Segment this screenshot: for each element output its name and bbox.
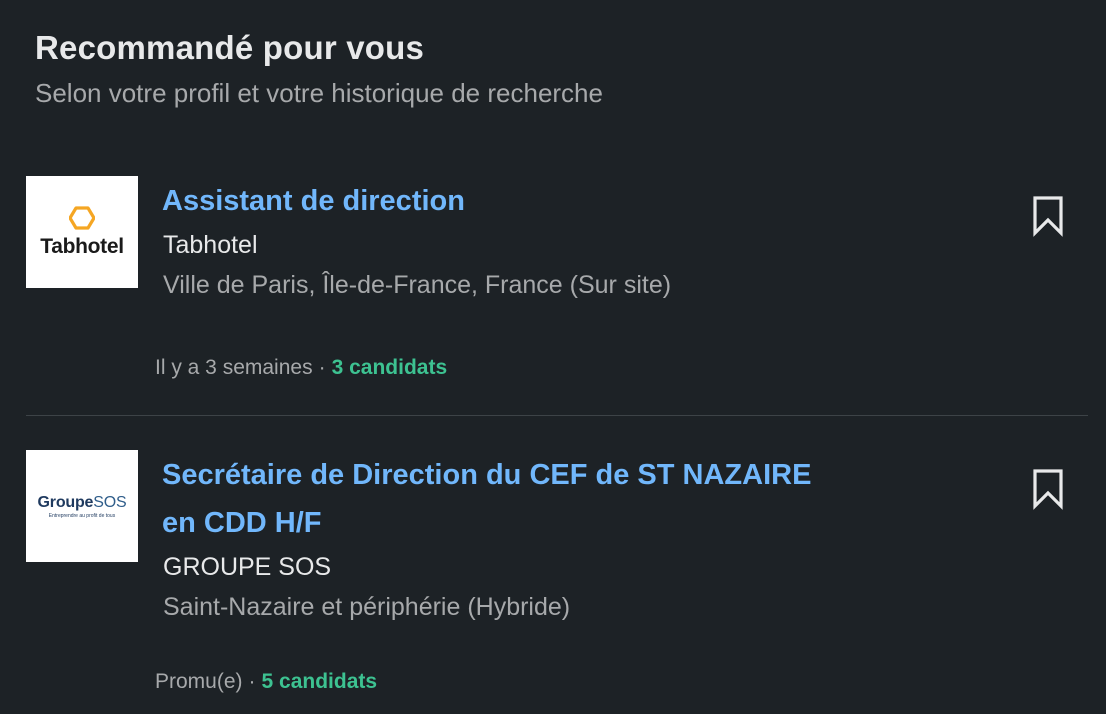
bookmark-icon[interactable] — [1031, 468, 1065, 510]
applicant-count: 5 candidats — [261, 670, 378, 693]
company-logo-tabhotel[interactable]: Tabhotel — [26, 176, 138, 288]
job-meta: Promu(e) · 5 candidats — [155, 670, 377, 694]
job-title-line: Secrétaire de Direction du CEF de ST NAZ… — [162, 459, 812, 491]
bookmark-icon[interactable] — [1031, 195, 1065, 237]
divider — [26, 415, 1088, 416]
job-meta: Il y a 3 semaines · 3 candidats — [155, 356, 447, 380]
applicant-count: 3 candidats — [331, 356, 448, 379]
job-location: Ville de Paris, Île-de-France, France (S… — [163, 271, 672, 299]
job-title-link[interactable]: Secrétaire de Direction du CEF de ST NAZ… — [162, 451, 922, 547]
job-title-line: en CDD H/F — [162, 507, 322, 539]
section-title: Recommandé pour vous — [35, 29, 425, 66]
separator-dot: · — [318, 356, 326, 379]
logo-text: Tabhotel — [40, 235, 124, 258]
company-name: Tabhotel — [163, 231, 258, 259]
job-location: Saint-Nazaire et périphérie (Hybride) — [163, 593, 571, 621]
posted-status: Promu(e) — [155, 670, 243, 693]
recommended-jobs-panel: Recommandé pour vous Selon votre profil … — [0, 0, 1106, 714]
posted-time: Il y a 3 semaines — [155, 356, 313, 379]
logo-tagline: Entreprendre au profit de tous — [48, 512, 116, 519]
separator-dot: · — [248, 670, 256, 693]
company-logo-groupe-sos[interactable]: GroupeSOS Entreprendre au profit de tous — [26, 450, 138, 562]
company-name: GROUPE SOS — [163, 553, 332, 581]
logo-text: GroupeSOS — [37, 493, 127, 511]
job-title-link[interactable]: Assistant de direction — [162, 177, 922, 225]
section-subtitle: Selon votre profil et votre historique d… — [35, 78, 603, 108]
hexagon-icon — [69, 206, 95, 230]
